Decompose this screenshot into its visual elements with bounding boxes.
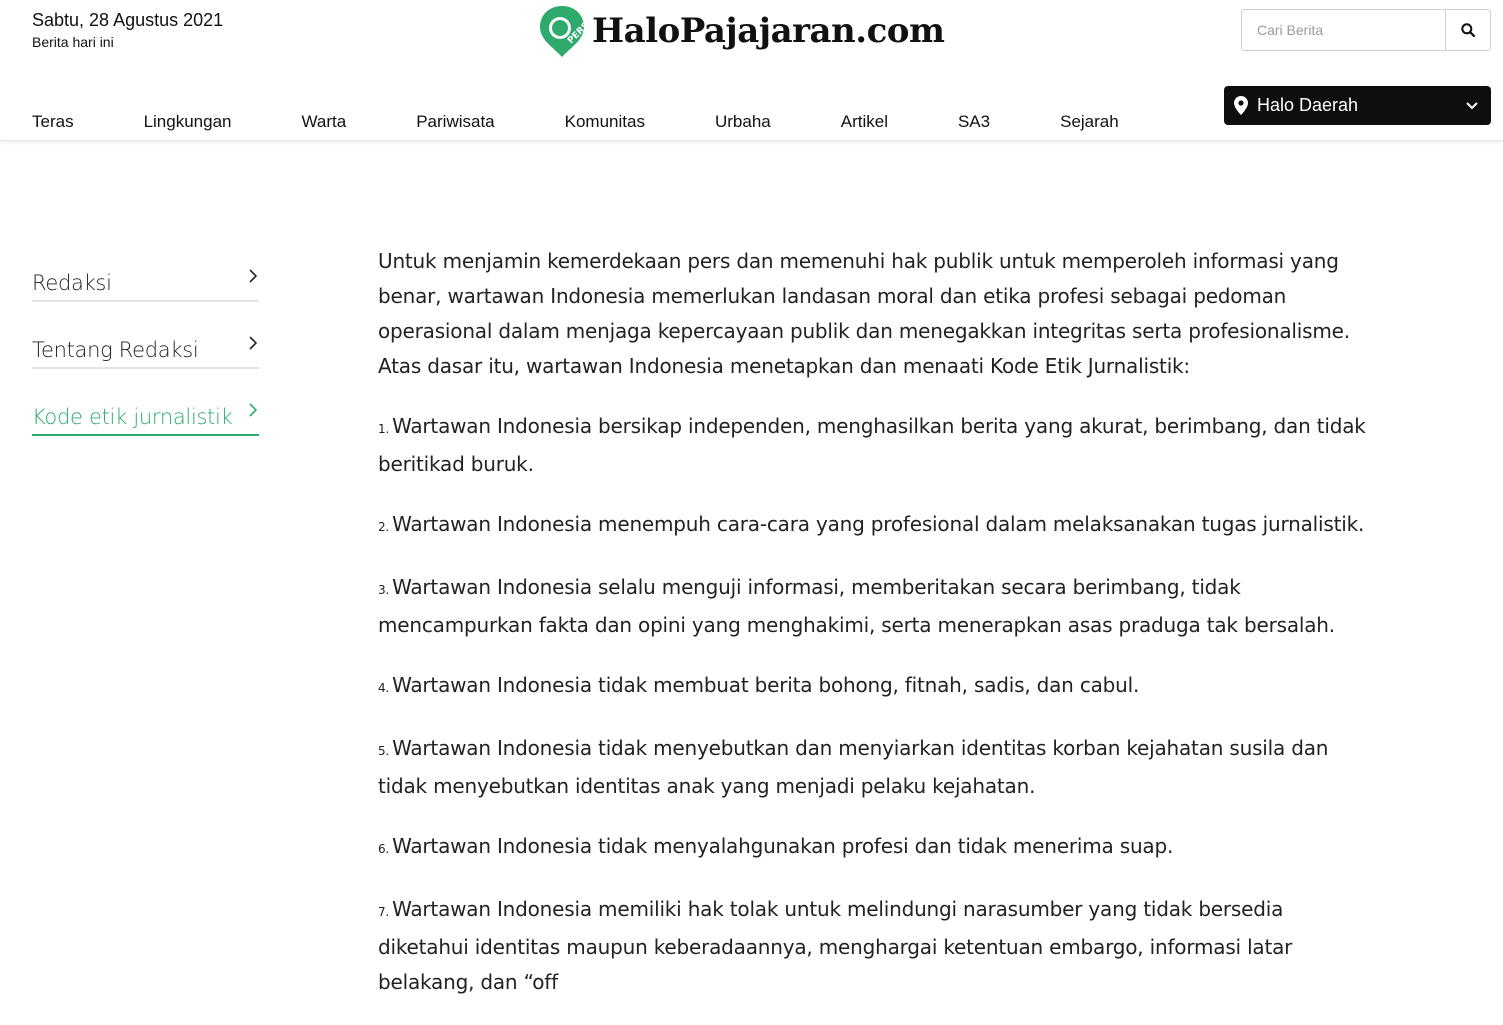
code-item-6: 6. Wartawan Indonesia tidak menyalahgunak… <box>378 829 1378 867</box>
nav-item-komunitas[interactable]: Komunitas <box>565 112 645 132</box>
pers-badge-icon: PERS <box>540 6 586 57</box>
code-item-text: Wartawan Indonesia tidak membuat berita … <box>392 673 1140 697</box>
code-item-number: 7. <box>378 905 390 919</box>
code-item-text: Wartawan Indonesia tidak menyalahgunakan… <box>392 834 1174 858</box>
site-header: Sabtu, 28 Agustus 2021 Berita hari ini P… <box>0 0 1503 141</box>
code-item-text: Wartawan Indonesia tidak menyebutkan dan… <box>378 736 1329 798</box>
code-item-4: 4. Wartawan Indonesia tidak membuat berit… <box>378 668 1378 706</box>
search-form <box>1241 9 1491 51</box>
region-dropdown[interactable]: Halo Daerah <box>1224 86 1491 125</box>
code-item-number: 5. <box>378 744 390 758</box>
chevron-down-icon <box>1466 101 1478 109</box>
code-item-7: 7. Wartawan Indonesia memiliki hak tolak … <box>378 892 1378 1000</box>
code-item-text: Wartawan Indonesia bersikap independen, … <box>378 414 1366 476</box>
nav-item-teras[interactable]: Teras <box>32 112 74 132</box>
sidebar-item-label: Tentang Redaksi <box>32 338 199 362</box>
logo-text: HaloPajajaran.com <box>592 11 945 51</box>
code-item-1: 1. Wartawan Indonesia bersikap independen… <box>378 409 1378 482</box>
sidebar-item-tentang-redaksi[interactable]: Tentang Redaksi <box>32 319 259 369</box>
date-subtitle: Berita hari ini <box>32 34 114 50</box>
nav-item-urbaha[interactable]: Urbaha <box>715 112 771 132</box>
map-pin-icon <box>1234 96 1248 115</box>
sidebar-item-kode-etik[interactable]: Kode etik jurnalistik <box>32 386 259 436</box>
sidebar-item-redaksi[interactable]: Redaksi <box>32 252 259 302</box>
chevron-right-icon <box>249 403 257 417</box>
region-label: Halo Daerah <box>1257 95 1359 115</box>
main-nav: Teras Lingkungan Warta Pariwisata Komuni… <box>32 112 1189 132</box>
code-item-number: 6. <box>378 842 390 856</box>
code-item-text: Wartawan Indonesia selalu menguji inform… <box>378 575 1335 637</box>
sidebar: Redaksi Tentang Redaksi Kode etik jurnal… <box>32 252 259 453</box>
search-icon <box>1461 23 1475 37</box>
current-date: Sabtu, 28 Agustus 2021 <box>32 10 224 30</box>
nav-item-lingkungan[interactable]: Lingkungan <box>144 112 232 132</box>
chevron-right-icon <box>249 269 257 283</box>
nav-item-artikel[interactable]: Artikel <box>841 112 888 132</box>
code-item-number: 2. <box>378 520 390 534</box>
search-button[interactable] <box>1445 9 1491 51</box>
nav-item-pariwisata[interactable]: Pariwisata <box>416 112 494 132</box>
nav-item-sejarah[interactable]: Sejarah <box>1060 112 1119 132</box>
code-item-5: 5. Wartawan Indonesia tidak menyebutkan d… <box>378 731 1378 804</box>
article-content: Untuk menjamin kemerdekaan pers dan meme… <box>378 244 1378 1025</box>
intro-paragraph: Untuk menjamin kemerdekaan pers dan meme… <box>378 249 1350 378</box>
code-item-number: 4. <box>378 681 390 695</box>
code-item-3: 3. Wartawan Indonesia selalu menguji info… <box>378 570 1378 643</box>
search-input[interactable] <box>1241 9 1445 51</box>
code-item-number: 1. <box>378 422 390 436</box>
sidebar-item-label: Redaksi <box>32 271 112 295</box>
nav-item-warta[interactable]: Warta <box>302 112 347 132</box>
date-block: Sabtu, 28 Agustus 2021 Berita hari ini <box>32 9 223 51</box>
code-item-text: Wartawan Indonesia memiliki hak tolak un… <box>378 897 1293 994</box>
site-logo[interactable]: PERS HaloPajajaran.com <box>538 3 945 59</box>
code-item-text: Wartawan Indonesia menempuh cara-cara ya… <box>392 512 1365 536</box>
nav-item-sa3[interactable]: SA3 <box>958 112 990 132</box>
sidebar-item-label: Kode etik jurnalistik <box>32 405 233 429</box>
code-item-2: 2. Wartawan Indonesia menempuh cara-cara … <box>378 507 1378 545</box>
code-item-number: 3. <box>378 583 390 597</box>
chevron-right-icon <box>249 336 257 350</box>
